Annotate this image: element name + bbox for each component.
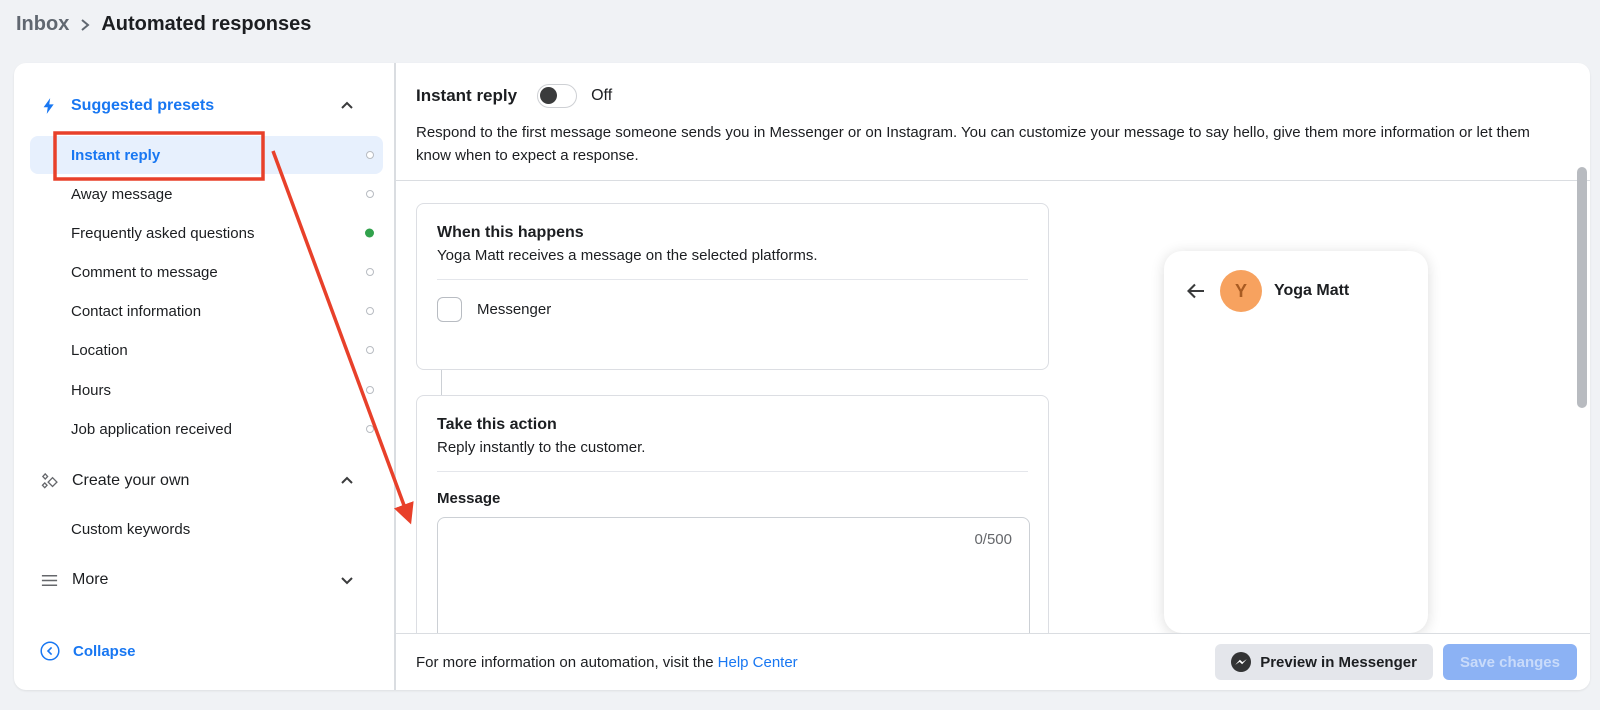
scrollbar-thumb[interactable] xyxy=(1577,167,1587,408)
footer-info-text: For more information on automation, visi… xyxy=(416,654,714,671)
automated-responses-page: Inbox Automated responses Suggested pres… xyxy=(0,0,1600,710)
card-title: When this happens xyxy=(437,224,1028,242)
breadcrumb-inbox-link[interactable]: Inbox xyxy=(16,13,69,36)
sidebar-item-job-application-received[interactable]: Job application received xyxy=(30,410,383,448)
item-label: Instant reply xyxy=(71,147,160,164)
divider xyxy=(437,279,1028,280)
preview-in-messenger-button[interactable]: Preview in Messenger xyxy=(1215,644,1433,680)
collapse-label: Collapse xyxy=(73,643,136,660)
sidebar-item-frequently-asked-questions[interactable]: Frequently asked questions xyxy=(30,214,383,252)
sidebar-item-contact-information[interactable]: Contact information xyxy=(30,292,383,330)
sidebar-item-comment-to-message[interactable]: Comment to message xyxy=(30,253,383,291)
feature-description: Respond to the first message someone sen… xyxy=(416,121,1548,167)
instant-reply-toggle[interactable] xyxy=(537,84,577,108)
sidebar-item-away-message[interactable]: Away message xyxy=(30,175,383,213)
chevron-up-icon xyxy=(339,473,355,489)
section-label: Suggested presets xyxy=(71,97,214,115)
card-subtitle: Reply instantly to the customer. xyxy=(437,439,1028,456)
messenger-preview-panel: Y Yoga Matt xyxy=(1164,251,1428,633)
avatar: Y xyxy=(1220,270,1262,312)
item-label: Frequently asked questions xyxy=(71,225,254,242)
take-this-action-card: Take this action Reply instantly to the … xyxy=(416,395,1049,633)
character-counter: 0/500 xyxy=(974,531,1012,548)
main-panel: Instant reply Off Respond to the first m… xyxy=(395,63,1590,690)
messenger-checkbox-label: Messenger xyxy=(477,301,551,318)
sidebar-item-hours[interactable]: Hours xyxy=(30,371,383,409)
status-dot-empty xyxy=(366,268,374,276)
page-title: Instant reply xyxy=(416,86,517,106)
sidebar-section-create-your-own[interactable]: Create your own xyxy=(30,465,383,497)
preview-page-name: Yoga Matt xyxy=(1274,282,1349,300)
chevron-left-circle-icon xyxy=(40,641,60,661)
card-connector-line xyxy=(441,370,442,395)
back-arrow-icon xyxy=(1184,279,1208,303)
divider xyxy=(437,471,1028,472)
sidebar-item-instant-reply[interactable]: Instant reply xyxy=(30,136,383,174)
help-center-link[interactable]: Help Center xyxy=(718,654,798,671)
message-input[interactable] xyxy=(437,517,1030,633)
presets-sidebar: Suggested presets Instant reply Away mes… xyxy=(14,63,395,690)
content-card: Suggested presets Instant reply Away mes… xyxy=(14,63,1590,690)
item-label: Contact information xyxy=(71,303,201,320)
sparkles-icon xyxy=(40,472,59,491)
button-label: Save changes xyxy=(1460,654,1560,671)
chevron-right-icon xyxy=(79,17,91,33)
save-changes-button[interactable]: Save changes xyxy=(1443,644,1577,680)
message-field-label: Message xyxy=(437,490,1028,507)
when-this-happens-card: When this happens Yoga Matt receives a m… xyxy=(416,203,1049,370)
card-subtitle: Yoga Matt receives a message on the sele… xyxy=(437,247,1028,264)
item-label: Location xyxy=(71,342,128,359)
chevron-up-icon xyxy=(339,98,355,114)
messenger-icon xyxy=(1231,652,1251,672)
lightning-icon xyxy=(40,97,58,115)
section-label: More xyxy=(72,571,108,589)
menu-lines-icon xyxy=(40,571,59,590)
toggle-knob xyxy=(540,87,557,104)
status-dot-active xyxy=(365,229,374,238)
footer-bar: For more information on automation, visi… xyxy=(396,633,1590,690)
status-dot-empty xyxy=(366,307,374,315)
sidebar-item-location[interactable]: Location xyxy=(30,331,383,369)
breadcrumb-current: Automated responses xyxy=(101,13,311,36)
item-label: Hours xyxy=(71,382,111,399)
settings-scroll-area: When this happens Yoga Matt receives a m… xyxy=(396,181,1590,633)
status-dot-empty xyxy=(366,386,374,394)
messenger-checkbox[interactable] xyxy=(437,297,462,322)
instant-reply-header: Instant reply Off Respond to the first m… xyxy=(396,63,1590,181)
sidebar-section-suggested-presets[interactable]: Suggested presets xyxy=(30,90,383,122)
sidebar-item-custom-keywords[interactable]: Custom keywords xyxy=(30,510,383,548)
chevron-down-icon xyxy=(339,572,355,588)
card-title: Take this action xyxy=(437,416,1028,434)
breadcrumb: Inbox Automated responses xyxy=(16,13,311,36)
status-dot-empty xyxy=(366,151,374,159)
sidebar-section-more[interactable]: More xyxy=(30,564,383,596)
item-label: Away message xyxy=(71,186,172,203)
section-label: Create your own xyxy=(72,472,189,490)
item-label: Comment to message xyxy=(71,264,218,281)
status-dot-empty xyxy=(366,346,374,354)
toggle-state-label: Off xyxy=(591,87,612,105)
item-label: Custom keywords xyxy=(71,521,190,538)
status-dot-empty xyxy=(366,190,374,198)
button-label: Preview in Messenger xyxy=(1260,654,1417,671)
collapse-sidebar-button[interactable]: Collapse xyxy=(30,635,383,667)
status-dot-empty xyxy=(366,425,374,433)
item-label: Job application received xyxy=(71,421,232,438)
